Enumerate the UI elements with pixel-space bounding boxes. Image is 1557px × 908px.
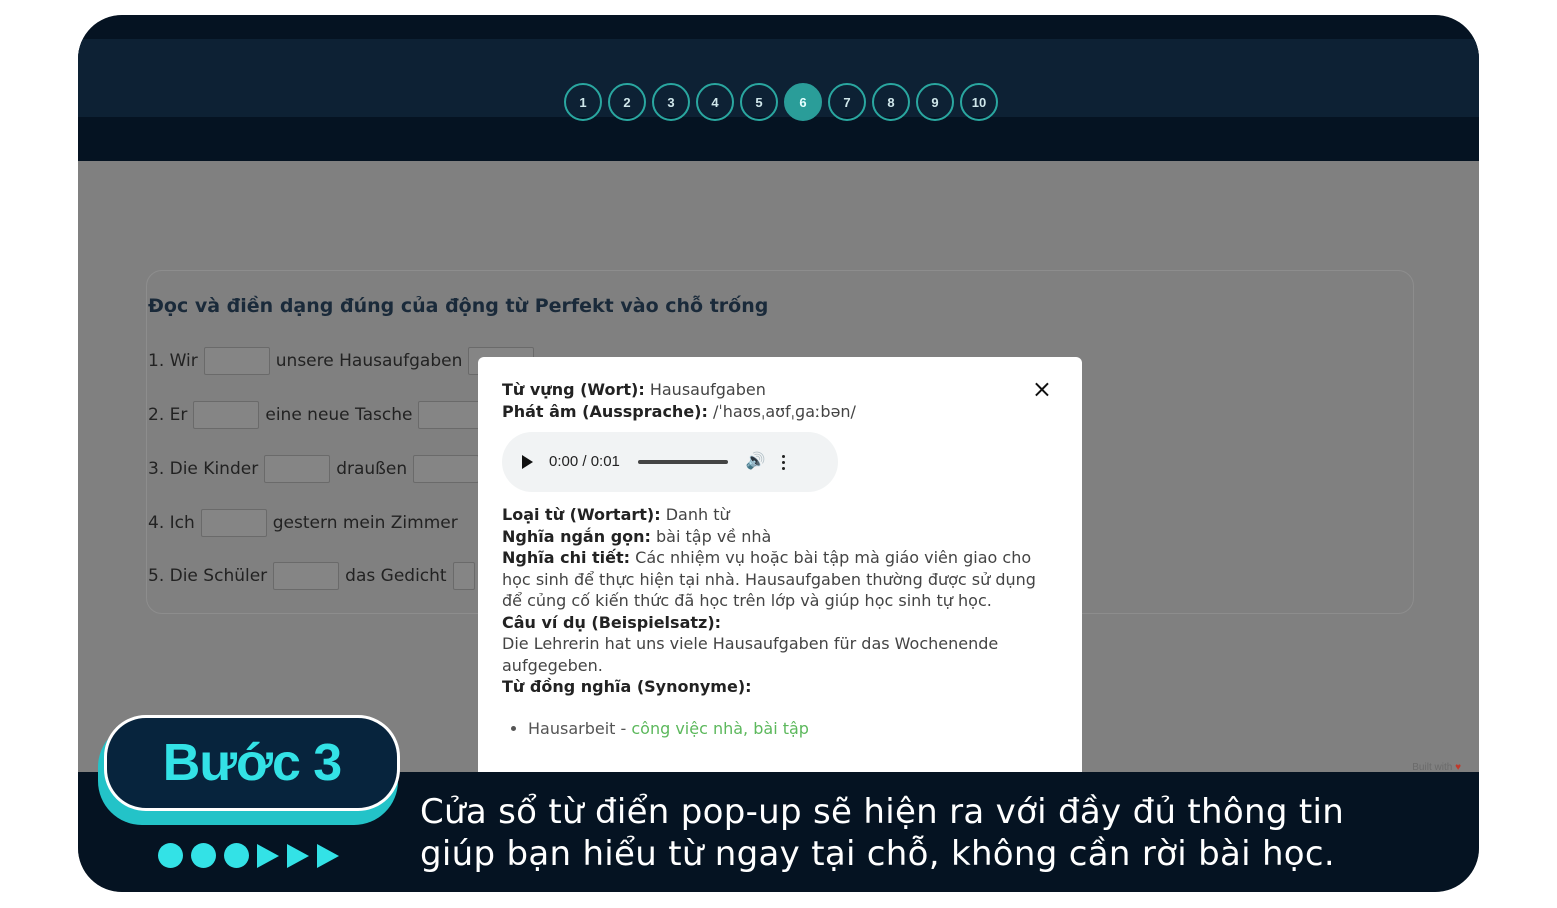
page-9-button[interactable]: 9: [916, 83, 954, 121]
pronunciation-label: Phát âm (Aussprache):: [502, 401, 708, 421]
question-pager: 1 2 3 4 5 6 7 8 9 10: [564, 83, 998, 121]
word-label: Từ vựng (Wort):: [502, 380, 645, 399]
short-meaning-value: bài tập về nhà: [656, 526, 772, 546]
page-8-button[interactable]: 8: [872, 83, 910, 121]
dictionary-popup: × Từ vựng (Wort): Hausaufgaben Phát âm (…: [478, 357, 1082, 797]
synonym-label: Từ đồng nghĩa (Synonyme):: [502, 677, 752, 696]
page-5-button[interactable]: 5: [740, 83, 778, 121]
top-bar: 1 2 3 4 5 6 7 8 9 10: [78, 15, 1479, 161]
synonym-word: Hausarbeit -: [528, 718, 632, 738]
step-badge: Bước 3: [104, 715, 400, 811]
progress-dot-icon: [158, 843, 183, 868]
page-6-button-active[interactable]: 6: [784, 83, 822, 121]
word-value: Hausaufgaben: [649, 380, 766, 399]
progress-arrow-icon: [287, 843, 309, 868]
page-7-button[interactable]: 7: [828, 83, 866, 121]
pronunciation-line: Phát âm (Aussprache): /ˈhaʊsˌaʊfˌɡaːbən/: [502, 401, 1058, 423]
caption-line-1: Cửa sổ từ điển pop-up sẽ hiện ra với đầy…: [420, 792, 1345, 832]
caption-line-2: giúp bạn hiểu từ ngay tại chỗ, không cần…: [420, 834, 1335, 874]
question-prefix: 3. Die Kinder: [148, 459, 259, 479]
synonym-label-line: Từ đồng nghĩa (Synonyme):: [502, 676, 1058, 698]
word-type-line: Loại từ (Wortart): Danh từ: [502, 504, 1058, 526]
answer-input[interactable]: [273, 562, 340, 590]
question-prefix: 1. Wir: [148, 351, 198, 371]
answer-input[interactable]: [193, 401, 260, 429]
question-text: das Gedicht: [345, 566, 447, 586]
answer-input[interactable]: [203, 347, 270, 375]
answer-input[interactable]: [264, 455, 331, 483]
list-item: Hausarbeit - công việc nhà, bài tập: [528, 718, 1058, 740]
question-row: 4. Ich gestern mein Zimmer: [148, 509, 458, 537]
answer-input[interactable]: [418, 401, 485, 429]
volume-icon[interactable]: 🔊: [746, 451, 766, 473]
play-icon[interactable]: [522, 455, 533, 469]
short-meaning-label: Nghĩa ngắn gọn:: [502, 526, 651, 546]
word-line: Từ vựng (Wort): Hausaufgaben: [502, 379, 1058, 401]
step-caption: Cửa sổ từ điển pop-up sẽ hiện ra với đầy…: [420, 791, 1344, 875]
step-badge-label: Bước 3: [162, 734, 342, 792]
question-prefix: 4. Ich: [148, 513, 195, 533]
question-text: gestern mein Zimmer: [272, 513, 458, 533]
detail-meaning-label: Nghĩa chi tiết:: [502, 548, 631, 567]
question-text: draußen: [336, 459, 408, 479]
answer-input[interactable]: [452, 562, 475, 590]
audio-player: 0:00 / 0:01 🔊: [502, 432, 838, 492]
question-row: 3. Die Kinder draußen: [148, 455, 485, 483]
answer-input[interactable]: [413, 455, 480, 483]
question-text: eine neue Tasche: [265, 405, 413, 425]
page-3-button[interactable]: 3: [652, 83, 690, 121]
more-vert-icon[interactable]: [781, 454, 785, 470]
page-1-button[interactable]: 1: [564, 83, 602, 121]
page-2-button[interactable]: 2: [608, 83, 646, 121]
example-label-line: Câu ví dụ (Beispielsatz):: [502, 612, 1058, 634]
audio-progress-track[interactable]: [637, 460, 728, 464]
progress-arrow-icon: [317, 843, 339, 868]
progress-arrow-icon: [257, 843, 279, 868]
progress-dot-icon: [191, 843, 216, 868]
detail-meaning-line: Nghĩa chi tiết: Các nhiệm vụ hoặc bài tậ…: [502, 547, 1058, 612]
audio-time: 0:00 / 0:01: [549, 453, 620, 471]
word-type-label: Loại từ (Wortart):: [502, 505, 661, 524]
close-icon[interactable]: ×: [1032, 377, 1052, 401]
question-prefix: 2. Er: [148, 405, 188, 425]
answer-input[interactable]: [200, 509, 267, 537]
question-row: 5. Die Schüler das Gedicht: [148, 562, 481, 590]
example-label: Câu ví dụ (Beispielsatz):: [502, 612, 722, 632]
synonym-list: Hausarbeit - công việc nhà, bài tập: [502, 718, 1058, 740]
progress-dot-icon: [224, 843, 249, 868]
pronunciation-value: /ˈhaʊsˌaʊfˌɡaːbən/: [712, 401, 856, 421]
question-prefix: 5. Die Schüler: [148, 566, 268, 586]
step-progress-indicator: [158, 843, 339, 868]
word-type-value: Danh từ: [665, 505, 730, 524]
question-text: unsere Hausaufgaben: [275, 351, 463, 371]
synonym-meaning: công việc nhà, bài tập: [631, 718, 809, 738]
pagination-bar: 1 2 3 4 5 6 7 8 9 10: [78, 39, 1479, 121]
question-row: 2. Er eine neue Tasche: [148, 401, 490, 429]
short-meaning-line: Nghĩa ngắn gọn: bài tập về nhà: [502, 526, 1058, 548]
page-4-button[interactable]: 4: [696, 83, 734, 121]
page-10-button[interactable]: 10: [960, 83, 998, 121]
quiz-title: Đọc và điền dạng đúng của động từ Perfek…: [148, 295, 769, 317]
example-sentence: Die Lehrerin hat uns viele Hausaufgaben …: [502, 634, 999, 675]
